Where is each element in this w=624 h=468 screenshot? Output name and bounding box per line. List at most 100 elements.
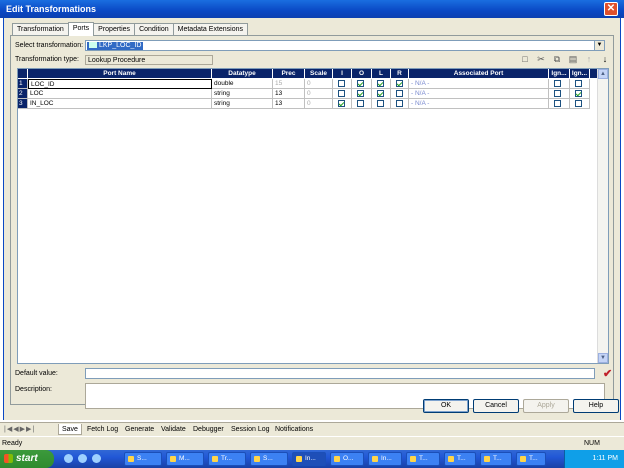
header-r[interactable]: R <box>391 69 409 78</box>
taskbar-item[interactable]: S... <box>250 452 288 466</box>
output-checkbox-cell <box>352 89 372 99</box>
paste-icon[interactable]: ▤ <box>567 53 579 65</box>
table-row[interactable]: 3 IN_LOC string 13 0 - N/A - <box>18 99 598 109</box>
header-prec[interactable]: Prec <box>273 69 305 78</box>
taskbar-item[interactable]: Tr... <box>208 452 246 466</box>
default-value-input[interactable] <box>85 368 595 379</box>
apply-button[interactable]: Apply <box>523 399 569 413</box>
output-tab-strip: |◀◀▶▶| Save Fetch Log Generate Validate … <box>0 422 624 436</box>
port-name-cell[interactable]: LOC <box>28 89 212 99</box>
prec-cell[interactable]: 15 <box>273 79 305 89</box>
quicklaunch-desktop-icon[interactable] <box>78 454 87 463</box>
start-button[interactable]: start <box>0 450 54 468</box>
header-ignore-1[interactable]: Ign... <box>549 69 570 78</box>
row-number[interactable]: 3 <box>18 99 28 109</box>
new-port-icon[interactable]: □ <box>519 53 531 65</box>
lookup-checkbox[interactable] <box>377 80 384 87</box>
tab-ports[interactable]: Ports <box>67 22 95 36</box>
prec-cell[interactable]: 13 <box>273 99 305 109</box>
scale-cell[interactable]: 0 <box>305 79 333 89</box>
lookup-checkbox[interactable] <box>377 100 384 107</box>
taskbar-item[interactable]: S... <box>124 452 162 466</box>
move-up-icon[interactable]: ↑ <box>583 53 595 65</box>
scroll-up-icon[interactable]: ▲ <box>598 69 608 79</box>
taskbar-item[interactable]: T... <box>516 452 546 466</box>
taskbar-item[interactable]: O... <box>330 452 364 466</box>
output-checkbox[interactable] <box>357 80 364 87</box>
ignore-1-checkbox[interactable] <box>554 100 561 107</box>
return-checkbox-cell <box>391 99 409 109</box>
help-button[interactable]: Help <box>573 399 619 413</box>
prec-cell[interactable]: 13 <box>273 89 305 99</box>
validate-checkmark-icon[interactable]: ✔ <box>603 367 612 380</box>
header-o[interactable]: O <box>352 69 372 78</box>
ignore-1-checkbox[interactable] <box>554 80 561 87</box>
chevron-down-icon[interactable]: ▼ <box>594 41 604 50</box>
scale-cell[interactable]: 0 <box>305 99 333 109</box>
associated-port-cell[interactable]: - N/A - <box>409 89 549 99</box>
lookup-checkbox-cell <box>372 99 391 109</box>
associated-port-cell[interactable]: - N/A - <box>409 79 549 89</box>
output-checkbox[interactable] <box>357 100 364 107</box>
close-icon[interactable]: ✕ <box>604 2 618 16</box>
cancel-button[interactable]: Cancel <box>473 399 519 413</box>
port-name-cell[interactable]: LOC_ID <box>28 79 212 89</box>
table-row[interactable]: 2 LOC string 13 0 - N/A - <box>18 89 598 99</box>
taskbar-item[interactable]: T... <box>444 452 476 466</box>
header-associated-port[interactable]: Associated Port <box>409 69 549 78</box>
row-number[interactable]: 1 <box>18 79 28 89</box>
copy-icon[interactable]: ⧉ <box>551 53 563 65</box>
taskbar-item[interactable]: In... <box>368 452 402 466</box>
ignore-2-checkbox[interactable] <box>575 90 582 97</box>
lookup-checkbox[interactable] <box>377 90 384 97</box>
clock[interactable]: 1:11 PM <box>592 455 618 462</box>
output-tab-save[interactable]: Save <box>58 424 82 435</box>
scroll-down-icon[interactable]: ▼ <box>598 353 608 363</box>
tab-nav-arrows-icon[interactable]: |◀◀▶▶| <box>4 425 35 433</box>
ignore-2-checkbox[interactable] <box>575 80 582 87</box>
return-checkbox-cell <box>391 79 409 89</box>
taskbar-item[interactable]: In... <box>292 452 326 466</box>
return-checkbox[interactable] <box>396 100 403 107</box>
datatype-cell[interactable]: string <box>212 89 273 99</box>
ignore-2-checkbox[interactable] <box>575 100 582 107</box>
grid-vertical-scrollbar[interactable]: ▲ ▼ <box>597 69 608 363</box>
tab-strip: Transformation Ports Properties Conditio… <box>12 22 249 36</box>
output-tab-debugger[interactable]: Debugger <box>190 424 227 435</box>
header-ignore-2[interactable]: Ign... <box>570 69 590 78</box>
table-row[interactable]: 1 LOC_ID double 15 0 - N/A - <box>18 79 598 89</box>
input-checkbox[interactable] <box>338 90 345 97</box>
input-checkbox[interactable] <box>338 100 345 107</box>
quicklaunch-app-icon[interactable] <box>92 454 101 463</box>
return-checkbox[interactable] <box>396 80 403 87</box>
port-name-cell[interactable]: IN_LOC <box>28 99 212 109</box>
return-checkbox[interactable] <box>396 90 403 97</box>
row-number[interactable]: 2 <box>18 89 28 99</box>
header-port-name[interactable]: Port Name <box>28 69 212 78</box>
taskbar-item[interactable]: T... <box>480 452 512 466</box>
datatype-cell[interactable]: string <box>212 99 273 109</box>
associated-port-cell[interactable]: - N/A - <box>409 99 549 109</box>
quicklaunch-ie-icon[interactable] <box>64 454 73 463</box>
output-checkbox[interactable] <box>357 90 364 97</box>
header-datatype[interactable]: Datatype <box>212 69 273 78</box>
select-transformation-dropdown[interactable]: LKP_LOC_ID ▼ <box>85 40 605 51</box>
output-tab-fetch-log[interactable]: Fetch Log <box>84 424 121 435</box>
taskbar-item[interactable]: M... <box>166 452 204 466</box>
ignore-1-checkbox[interactable] <box>554 90 561 97</box>
ok-button[interactable]: OK <box>423 399 469 413</box>
select-transformation-label: Select transformation: <box>15 42 84 49</box>
output-tab-validate[interactable]: Validate <box>158 424 189 435</box>
output-tab-session-log[interactable]: Session Log <box>228 424 273 435</box>
header-scale[interactable]: Scale <box>305 69 333 78</box>
scale-cell[interactable]: 0 <box>305 89 333 99</box>
move-down-icon[interactable]: ↓ <box>599 53 611 65</box>
output-tab-generate[interactable]: Generate <box>122 424 157 435</box>
datatype-cell[interactable]: double <box>212 79 273 89</box>
input-checkbox[interactable] <box>338 80 345 87</box>
cut-icon[interactable]: ✂ <box>535 53 547 65</box>
output-tab-notifications[interactable]: Notifications <box>272 424 316 435</box>
header-l[interactable]: L <box>372 69 391 78</box>
header-i[interactable]: I <box>333 69 352 78</box>
taskbar-item[interactable]: T... <box>406 452 440 466</box>
